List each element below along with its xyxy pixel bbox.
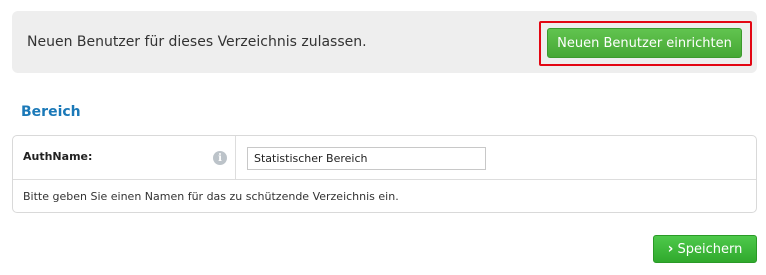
save-button[interactable]: › Speichern — [653, 235, 757, 263]
save-button-label: Speichern — [677, 241, 743, 257]
chevron-right-icon: › — [667, 241, 674, 257]
info-icon[interactable]: i — [213, 151, 227, 165]
add-user-button-label: Neuen Benutzer einrichten — [557, 35, 732, 51]
authname-label: AuthName: — [23, 150, 93, 163]
hint-text: Bitte geben Sie einen Namen für das zu s… — [23, 190, 399, 203]
form-panel: AuthName: i Bitte geben Sie einen Namen … — [12, 135, 757, 213]
section-title: Bereich — [21, 104, 81, 120]
label-cell: AuthName: i — [13, 136, 236, 179]
form-row-authname: AuthName: i — [13, 136, 756, 180]
authname-input[interactable] — [247, 147, 486, 170]
banner-text: Neuen Benutzer für dieses Verzeichnis zu… — [27, 34, 367, 50]
add-user-button[interactable]: Neuen Benutzer einrichten — [547, 28, 742, 58]
